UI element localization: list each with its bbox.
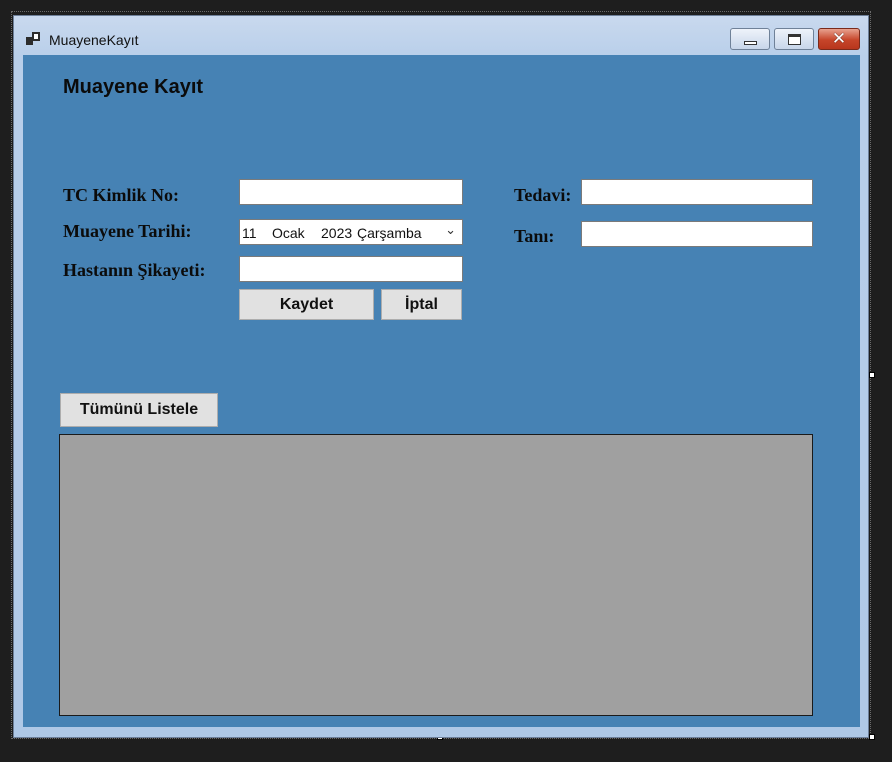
resize-handle-corner[interactable] bbox=[869, 734, 875, 740]
treatment-input[interactable] bbox=[581, 179, 813, 205]
chevron-down-icon[interactable]: ⌄ bbox=[445, 222, 456, 238]
treatment-label: Tedavi: bbox=[514, 185, 572, 205]
window-title: MuayeneKayıt bbox=[49, 32, 139, 48]
tc-input[interactable] bbox=[239, 179, 463, 205]
maximize-icon bbox=[787, 33, 801, 45]
page-title: Muayene Kayıt bbox=[63, 76, 204, 98]
tc-label: TC Kimlik No: bbox=[63, 185, 180, 205]
maximize-button[interactable] bbox=[774, 28, 814, 50]
diagnosis-input[interactable] bbox=[581, 221, 813, 247]
close-button[interactable]: ✕ bbox=[818, 28, 860, 50]
date-year: 2023 bbox=[321, 225, 353, 241]
date-month: Ocak bbox=[272, 225, 305, 241]
complaint-input[interactable] bbox=[239, 256, 463, 282]
complaint-label: Hastanın Şikayeti: bbox=[63, 260, 206, 280]
title-bar[interactable]: MuayeneKayıt ✕ bbox=[14, 16, 868, 54]
form-client-area: Muayene Kayıt TC Kimlik No: Muayene Tari… bbox=[23, 55, 860, 727]
form-window: MuayeneKayıt ✕ Muayene Kayıt TC Kimlik N… bbox=[13, 15, 869, 738]
date-weekday: Çarşamba bbox=[357, 225, 422, 241]
date-label: Muayene Tarihi: bbox=[63, 221, 192, 241]
date-picker[interactable]: 11 Ocak 2023 Çarşamba ⌄ bbox=[239, 219, 463, 245]
close-icon: ✕ bbox=[831, 28, 847, 49]
cancel-button[interactable]: İptal bbox=[381, 289, 462, 320]
minimize-icon bbox=[743, 40, 757, 45]
app-icon bbox=[26, 31, 42, 47]
resize-handle-right[interactable] bbox=[869, 372, 875, 378]
minimize-button[interactable] bbox=[730, 28, 770, 50]
save-button[interactable]: Kaydet bbox=[239, 289, 374, 320]
date-day: 11 bbox=[242, 225, 257, 241]
diagnosis-label: Tanı: bbox=[514, 226, 555, 246]
records-data-grid[interactable] bbox=[59, 434, 813, 716]
list-all-button[interactable]: Tümünü Listele bbox=[60, 393, 218, 427]
